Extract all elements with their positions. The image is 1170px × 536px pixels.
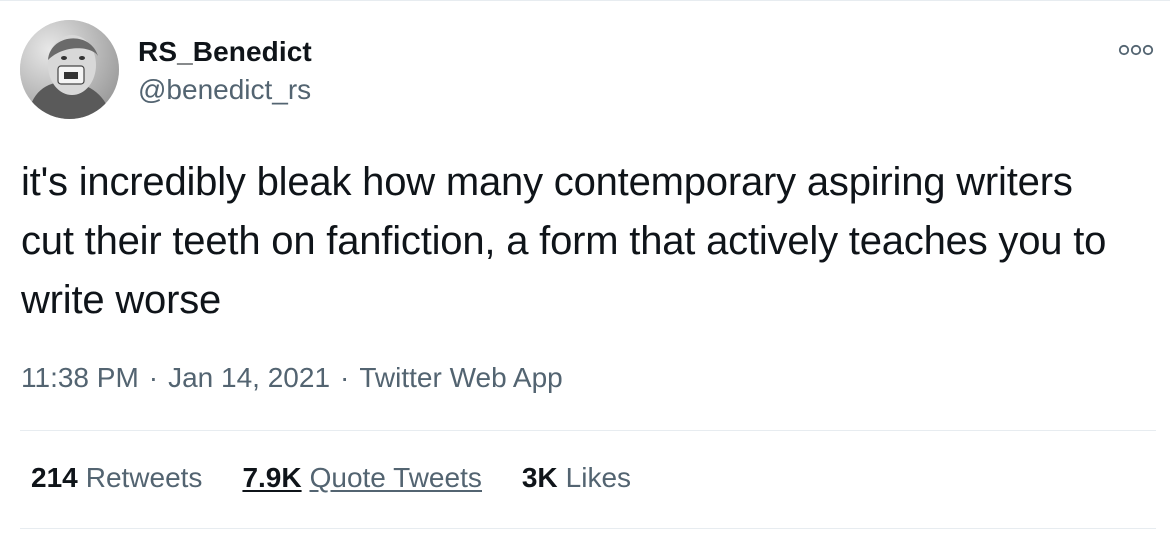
engagement-stats: 214 Retweets 7.9K Quote Tweets 3K Likes <box>31 462 671 494</box>
likes-stat[interactable]: 3K Likes <box>522 462 631 494</box>
avatar-image <box>20 20 119 119</box>
likes-count: 3K <box>521 462 558 493</box>
tweet-date[interactable]: Jan 14, 2021 <box>168 362 330 393</box>
quote-tweets-label: Quote Tweets <box>309 462 482 493</box>
divider <box>20 528 1156 529</box>
quote-tweets-stat[interactable]: 7.9K Quote Tweets <box>242 462 481 494</box>
divider <box>20 430 1156 431</box>
tweet-card: RS_Benedict @benedict_rs it's incredibly… <box>0 0 1170 536</box>
meta-separator: · <box>148 362 159 393</box>
more-dots-icon <box>1118 44 1154 56</box>
tweet-metadata: 11:38 PM · Jan 14, 2021 · Twitter Web App <box>21 362 563 394</box>
tweet-source[interactable]: Twitter Web App <box>359 362 562 393</box>
retweets-count: 214 <box>31 462 78 493</box>
likes-label: Likes <box>565 462 632 493</box>
avatar[interactable] <box>20 20 119 119</box>
more-options-icon[interactable] <box>1114 38 1158 62</box>
display-name[interactable]: RS_Benedict <box>138 36 312 68</box>
retweets-stat[interactable]: 214 Retweets <box>31 462 202 494</box>
tweet-time[interactable]: 11:38 PM <box>21 362 139 393</box>
tweet-text: it's incredibly bleak how many contempor… <box>21 160 1107 322</box>
meta-separator: · <box>340 362 350 393</box>
retweets-label: Retweets <box>85 462 203 493</box>
user-handle[interactable]: @benedict_rs <box>138 74 311 106</box>
quote-tweets-count: 7.9K <box>242 462 302 493</box>
